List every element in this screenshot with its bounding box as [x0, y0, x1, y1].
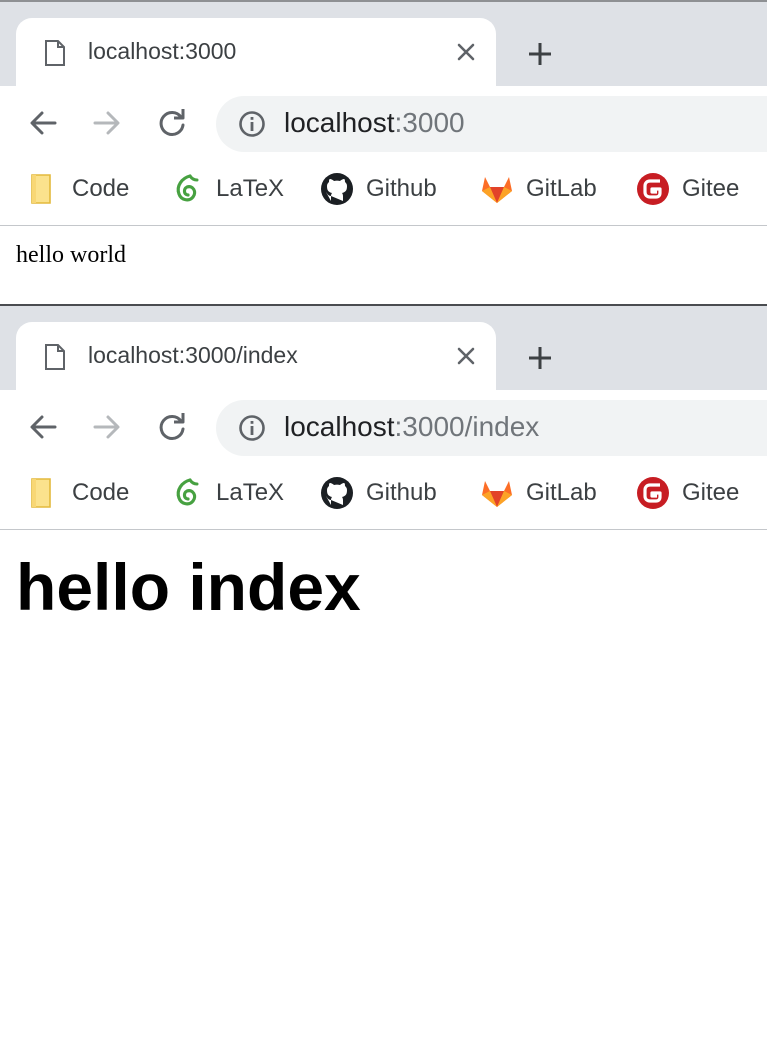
bookmark-label: Code [72, 175, 130, 202]
url-path: :3000 [394, 107, 465, 138]
tab-title: localhost:3000 [88, 38, 237, 64]
address-bar[interactable]: localhost:3000 [216, 96, 767, 152]
reload-icon[interactable] [157, 412, 187, 442]
toolbar: localhost:3000/index [0, 390, 767, 462]
tab-strip: localhost:3000/index [0, 306, 767, 390]
bookmark-label: Gitee [682, 479, 740, 506]
close-icon[interactable] [454, 344, 478, 368]
active-tab[interactable]: localhost:3000/index [16, 322, 496, 390]
browser-window-1: localhost:3000 localhost:3000 Code LaTeX… [0, 0, 767, 304]
bookmark-label: Github [366, 175, 437, 202]
arrow-left-icon[interactable] [28, 412, 58, 442]
bookmark-label: Code [72, 479, 130, 506]
gitee-icon [637, 173, 669, 205]
gitee-icon [637, 477, 669, 509]
folder-icon [31, 174, 51, 204]
github-icon [321, 477, 353, 509]
bookmark-label: GitLab [526, 479, 597, 506]
browser-window-2: localhost:3000/index localhost:3000/inde… [0, 304, 767, 1039]
overleaf-leaf-icon [176, 478, 199, 506]
info-icon[interactable] [238, 414, 266, 442]
tab-title: localhost:3000/index [88, 342, 298, 368]
plus-icon[interactable] [526, 40, 554, 68]
gitlab-fox-icon [482, 177, 512, 203]
bookmark-label: GitLab [526, 175, 597, 202]
toolbar: localhost:3000 [0, 86, 767, 158]
info-icon[interactable] [238, 110, 266, 138]
reload-icon[interactable] [157, 108, 187, 138]
folder-icon [31, 478, 51, 508]
arrow-right-icon[interactable] [92, 108, 122, 138]
bookmarks-bar: Code LaTeX Github GitLab Gitee [0, 462, 767, 530]
url-text: localhost:3000 [284, 107, 465, 139]
url-text: localhost:3000/index [284, 411, 539, 443]
page-icon [45, 344, 65, 370]
plus-icon[interactable] [526, 344, 554, 372]
page-body-text: hello world [16, 242, 126, 268]
url-path: :3000/index [394, 411, 540, 442]
bookmarks-bar: Code LaTeX Github GitLab Gitee [0, 158, 767, 226]
tab-strip: localhost:3000 [0, 2, 767, 86]
bookmark-label: LaTeX [216, 479, 285, 506]
url-host: localhost [284, 411, 395, 442]
page-heading: hello index [16, 550, 361, 624]
close-icon[interactable] [454, 40, 478, 64]
bookmark-label: LaTeX [216, 175, 285, 202]
overleaf-leaf-icon [176, 174, 199, 202]
address-bar[interactable]: localhost:3000/index [216, 400, 767, 456]
github-icon [321, 173, 353, 205]
bookmark-label: Github [366, 479, 437, 506]
active-tab[interactable]: localhost:3000 [16, 18, 496, 86]
page-icon [45, 40, 65, 66]
arrow-left-icon[interactable] [28, 108, 58, 138]
bookmark-label: Gitee [682, 175, 740, 202]
gitlab-fox-icon [482, 481, 512, 507]
arrow-right-icon[interactable] [92, 412, 122, 442]
url-host: localhost [284, 107, 395, 138]
